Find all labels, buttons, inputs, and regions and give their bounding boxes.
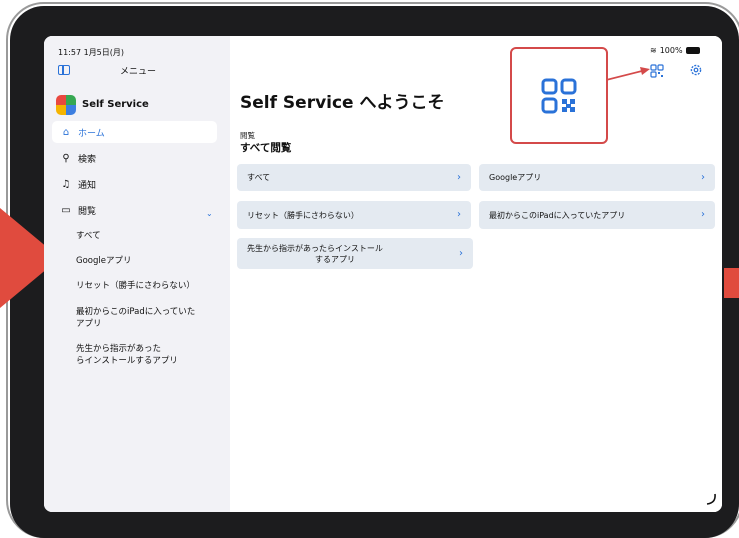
sidebar-item-browse[interactable]: ▭ 閲覧: [52, 199, 217, 221]
browse-item-preinstalled[interactable]: 最初からこのiPadに入っていた アプリ: [76, 306, 195, 330]
category-card-all[interactable]: すべて ›: [237, 164, 471, 191]
annotation-pointer-icon: [606, 67, 650, 81]
page-title: Self Service へようこそ: [240, 93, 445, 113]
category-card-google[interactable]: Googleアプリ ›: [479, 164, 715, 191]
sidebar-item-label: 閲覧: [78, 206, 97, 217]
bell-icon: ♫: [61, 178, 71, 190]
browse-item-line: アプリ: [76, 319, 102, 329]
sidebar-item-search[interactable]: ⚲ 検索: [52, 147, 217, 169]
annotation-callout: [510, 47, 608, 144]
annotation-marker: [724, 268, 739, 298]
browse-item-all[interactable]: すべて: [76, 230, 101, 242]
main-content: Self Service へようこそ 閲覧 すべて閲覧 すべて › Google…: [230, 36, 722, 512]
category-card-reset[interactable]: リセット（勝手にさわらない） ›: [237, 201, 471, 229]
ipad-screen: メニュー Self Service ⌂ ホーム ⚲ 検索 ♫ 通知 ▭ 閲覧 ⌄…: [44, 36, 722, 512]
browse-item-line: 最初からこのiPadに入っていた: [76, 307, 196, 317]
sidebar-item-label: 検索: [78, 154, 97, 165]
qr-code-icon[interactable]: [650, 64, 664, 78]
card-label-line: するアプリ: [315, 254, 355, 264]
search-icon: ⚲: [62, 152, 70, 164]
category-card-preinstalled[interactable]: 最初からこのiPadに入っていたアプリ ›: [479, 201, 715, 229]
card-label: すべて: [247, 173, 271, 182]
browse-item-line: 先生から指示があった: [76, 344, 162, 354]
self-service-logo-icon: [56, 95, 76, 115]
card-label: リセット（勝手にさわらない）: [247, 210, 359, 220]
sidebar-item-home[interactable]: ⌂ ホーム: [52, 121, 217, 143]
app-name: Self Service: [82, 99, 149, 110]
card-label: Googleアプリ: [489, 173, 542, 182]
sidebar-item-label: ホーム: [78, 128, 105, 139]
sidebar-item-notifications[interactable]: ♫ 通知: [52, 173, 217, 195]
gear-icon[interactable]: [689, 63, 703, 77]
browse-item-reset[interactable]: リセット（勝手にさわらない）: [76, 280, 195, 292]
card-label: 最初からこのiPadに入っていたアプリ: [489, 210, 626, 220]
category-card-teacher[interactable]: 先生から指示があったらインストール するアプリ ›: [237, 238, 473, 269]
battery-percent: 100%: [659, 46, 683, 55]
sidebar: メニュー Self Service ⌂ ホーム ⚲ 検索 ♫ 通知 ▭ 閲覧 ⌄…: [44, 36, 230, 512]
wifi-icon: ≋: [650, 46, 657, 55]
chevron-right-icon: ›: [701, 171, 705, 183]
section-title: すべて閲覧: [240, 142, 292, 154]
menu-title: メニュー: [120, 67, 157, 77]
chevron-right-icon: ›: [459, 247, 463, 259]
card-label-line: 先生から指示があったらインストール: [247, 243, 383, 253]
chevron-right-icon: ›: [457, 209, 461, 220]
battery-icon: [685, 47, 700, 54]
house-icon: ⌂: [62, 126, 70, 138]
sidebar-toggle-icon[interactable]: [58, 65, 70, 75]
loading-indicator-icon: [706, 493, 716, 505]
chevron-right-icon: ›: [457, 171, 461, 183]
chevron-right-icon: ›: [701, 209, 705, 220]
browse-item-google[interactable]: Googleアプリ: [76, 255, 131, 267]
browse-item-line: らインストールするアプリ: [76, 356, 178, 366]
qr-code-icon: [541, 78, 577, 114]
chevron-down-icon[interactable]: ⌄: [206, 209, 213, 218]
status-time: 11:57 1月5日(月): [58, 48, 125, 57]
status-indicators: ≋ 100%: [650, 46, 700, 55]
browse-item-teacher[interactable]: 先生から指示があった らインストールするアプリ: [76, 343, 178, 367]
folder-icon: ▭: [61, 204, 71, 216]
sidebar-item-label: 通知: [78, 180, 97, 191]
